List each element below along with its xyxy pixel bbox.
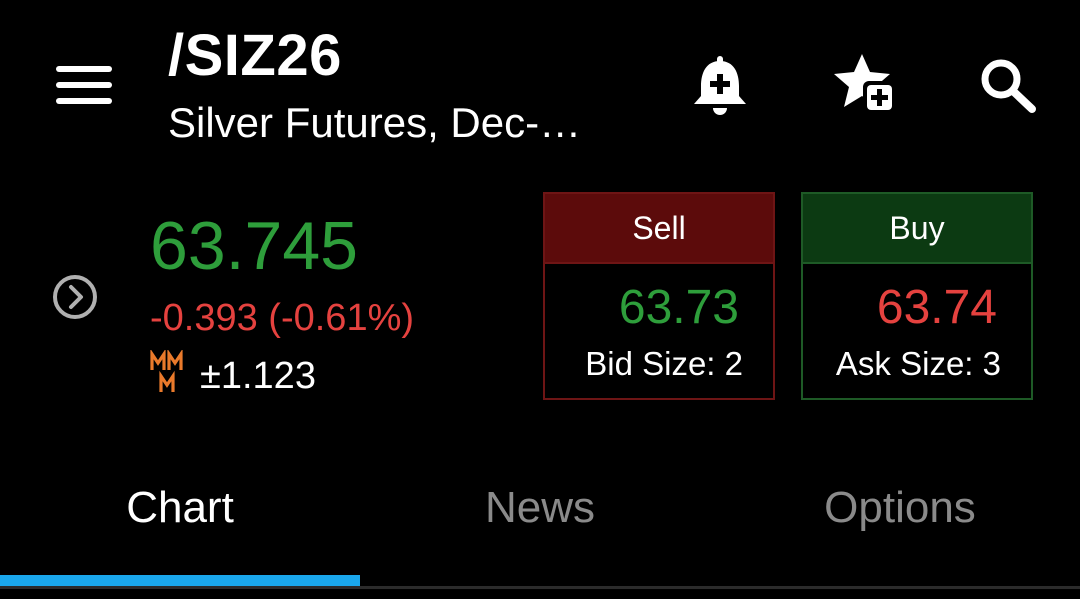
ask-price: 63.74 [876, 281, 997, 334]
search-icon [981, 59, 1036, 113]
active-tab-indicator [0, 575, 360, 586]
tab-news[interactable]: News [360, 470, 720, 546]
add-alert-button[interactable] [690, 54, 750, 118]
add-to-watchlist-button[interactable] [832, 52, 898, 116]
bid-size: Bid Size: 2 [585, 345, 743, 382]
menu-button[interactable] [56, 66, 112, 104]
tab-divider [0, 586, 1080, 589]
ask-size: Ask Size: 3 [835, 345, 1001, 382]
symbol-description: Silver Futures, Dec-… [168, 99, 582, 146]
bell-plus-icon [694, 56, 746, 115]
star-plus-icon [834, 54, 895, 113]
sell-bid-box[interactable]: Sell 63.73 Bid Size: 2 [543, 192, 775, 400]
tab-options[interactable]: Options [720, 470, 1080, 546]
expand-details-button[interactable] [52, 274, 98, 320]
symbol-title: /SIZ26 [168, 23, 342, 88]
bid-price: 63.73 [618, 281, 739, 334]
search-button[interactable] [978, 56, 1038, 114]
net-change: -0.393 (-0.61%) [150, 297, 415, 339]
buy-label: Buy [803, 194, 1031, 264]
last-price: 63.745 [150, 208, 358, 284]
market-maker-move-value: ±1.123 [200, 355, 316, 397]
chevron-right-circle-icon [53, 275, 97, 319]
tab-chart[interactable]: Chart [0, 470, 360, 546]
market-maker-move-icon [150, 348, 184, 396]
sell-label: Sell [545, 194, 773, 264]
buy-ask-box[interactable]: Buy 63.74 Ask Size: 3 [801, 192, 1033, 400]
